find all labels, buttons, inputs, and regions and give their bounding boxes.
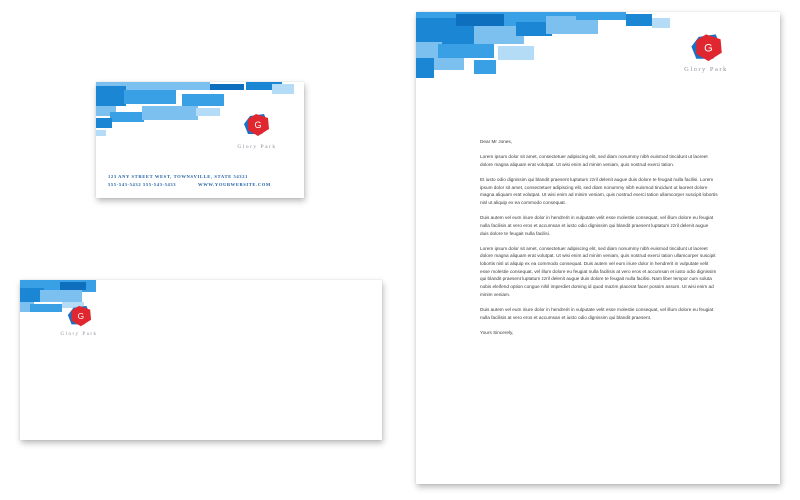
brand-name: Glory Park: [684, 66, 728, 73]
letter-body: Dear Mr Jones, Lorem ipsum dolor sit ame…: [480, 138, 718, 344]
brand-name: Glory Park: [60, 332, 98, 337]
letter-paragraph: Et iusto odio dignissim qui blandit prae…: [480, 176, 718, 205]
letter-paragraph: Lorem ipsum dolor sit amet, consectetuer…: [480, 245, 717, 297]
letter-paragraph: Duis autem vel eum iriure dolor in hendr…: [480, 215, 714, 236]
letter-closing: Yours Sincerely,: [480, 329, 514, 335]
card-address: 123 ANY STREET WEST, TOWNSVILLE, STATE 5…: [108, 174, 249, 179]
letter-paragraph: Lorem ipsum dolor sit amet, consectetuer…: [480, 154, 708, 167]
letter-greeting: Dear Mr Jones,: [480, 139, 513, 144]
business-card: G Glory Park 123 ANY STREET WEST, TOWNSV…: [96, 82, 304, 198]
glory-park-logo: G: [691, 34, 722, 62]
brand-name: Glory Park: [237, 144, 277, 150]
glory-park-logo: G: [244, 114, 269, 136]
card-website: WWW.YOURWEBSITE.COM: [198, 182, 271, 187]
logo-letter: G: [78, 311, 85, 321]
envelope: G Glory Park: [20, 280, 382, 440]
logo-letter: G: [704, 42, 712, 54]
letter-paragraph: Duis autem vel eum iriure dolor in hendr…: [480, 306, 714, 320]
logo-letter: G: [254, 120, 261, 130]
card-phone-fax: 555-543-5432 555-543-5433: [108, 182, 177, 187]
glory-park-logo: G: [67, 305, 92, 327]
letterhead: G Glory Park Dear Mr Jones, Lorem ipsum …: [416, 12, 780, 484]
